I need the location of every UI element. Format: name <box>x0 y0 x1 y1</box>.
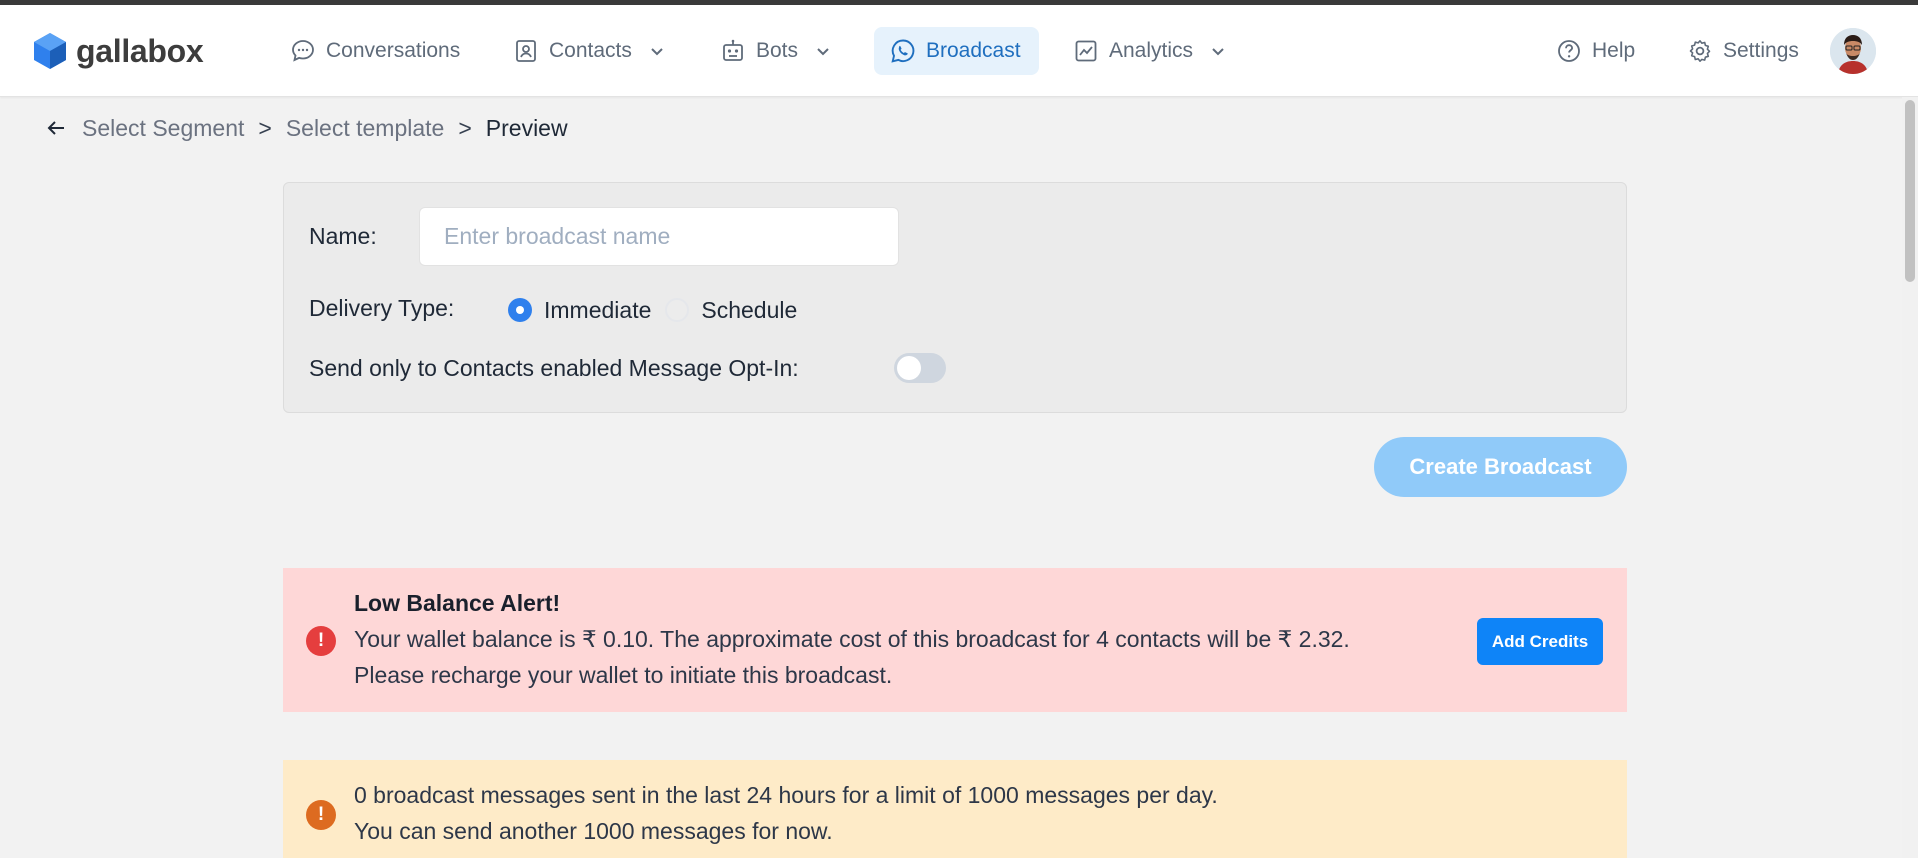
nav-conversations-label: Conversations <box>326 39 461 62</box>
low-balance-alert: ! Low Balance Alert! Your wallet balance… <box>283 568 1627 712</box>
radio-immediate[interactable] <box>508 298 532 322</box>
limit-message: 0 broadcast messages sent in the last 24… <box>354 782 1218 808</box>
breadcrumb-preview: Preview <box>485 114 568 141</box>
nav-contacts[interactable]: Contacts <box>513 27 666 75</box>
breadcrumb-select-template[interactable]: Select template <box>286 115 445 142</box>
radio-schedule[interactable] <box>665 298 690 322</box>
name-label: Name: <box>309 223 377 249</box>
error-circle-icon: ! <box>306 626 336 656</box>
user-avatar[interactable] <box>1830 28 1876 74</box>
arrow-left-icon[interactable] <box>44 116 68 140</box>
create-broadcast-button[interactable]: Create Broadcast <box>1374 437 1627 497</box>
broadcast-name-input[interactable] <box>419 207 899 266</box>
optin-toggle[interactable] <box>894 353 946 383</box>
message-limit-alert: ! 0 broadcast messages sent in the last … <box>283 760 1627 858</box>
nav-help[interactable]: Help <box>1556 27 1635 75</box>
broadcast-form-card: Name: Delivery Type: Immediate Schedule … <box>283 182 1627 413</box>
nav-help-label: Help <box>1592 39 1636 62</box>
cube-logo-icon <box>34 33 66 69</box>
chevron-down-icon <box>1212 48 1224 56</box>
breadcrumb-separator: > <box>458 114 472 141</box>
brand-logo[interactable]: gallabox <box>33 32 204 70</box>
chevron-down-icon <box>651 48 663 56</box>
radio-schedule-label[interactable]: Schedule <box>701 297 797 324</box>
breadcrumb: Select Segment > Select template > Previ… <box>44 112 568 144</box>
low-balance-recharge-note: Please recharge your wallet to initiate … <box>354 662 893 688</box>
scrollbar-thumb[interactable] <box>1905 100 1915 282</box>
nav-broadcast[interactable]: Broadcast <box>874 27 1039 75</box>
radio-immediate-label[interactable]: Immediate <box>544 297 651 324</box>
nav-bots[interactable]: Bots <box>720 27 832 75</box>
breadcrumb-select-segment[interactable]: Select Segment <box>82 115 244 142</box>
optin-label: Send only to Contacts enabled Message Op… <box>309 355 799 381</box>
user-portrait-icon <box>1830 28 1876 74</box>
warning-circle-icon: ! <box>306 800 336 830</box>
limit-remaining-message: You can send another 1000 messages for n… <box>354 818 833 844</box>
nav-broadcast-label: Broadcast <box>926 39 1021 62</box>
brand-name: gallabox <box>76 32 204 69</box>
breadcrumb-separator: > <box>258 114 272 141</box>
delivery-type-label: Delivery Type: <box>309 295 455 321</box>
chart-icon <box>1075 40 1097 62</box>
top-navbar: gallabox Conversations Contacts Bots Bro… <box>0 5 1918 97</box>
nav-bots-label: Bots <box>756 39 799 62</box>
contact-card-icon <box>516 40 536 62</box>
robot-icon <box>723 39 743 61</box>
chat-bubble-icon <box>292 40 314 62</box>
low-balance-message: Your wallet balance is ₹ 0.10. The appro… <box>354 626 1350 652</box>
nav-settings-label: Settings <box>1723 39 1799 62</box>
chevron-down-icon <box>817 48 829 56</box>
nav-analytics[interactable]: Analytics <box>1073 27 1227 75</box>
nav-conversations[interactable]: Conversations <box>290 27 460 75</box>
help-circle-icon <box>1558 40 1580 62</box>
whatsapp-icon <box>891 39 915 63</box>
nav-contacts-label: Contacts <box>549 39 632 62</box>
delivery-type-radio-group: Immediate Schedule <box>508 294 811 326</box>
nav-settings[interactable]: Settings <box>1687 27 1799 75</box>
nav-analytics-label: Analytics <box>1109 39 1194 62</box>
gear-icon <box>1689 40 1711 62</box>
add-credits-button[interactable]: Add Credits <box>1477 618 1603 665</box>
low-balance-title: Low Balance Alert! <box>354 590 561 616</box>
